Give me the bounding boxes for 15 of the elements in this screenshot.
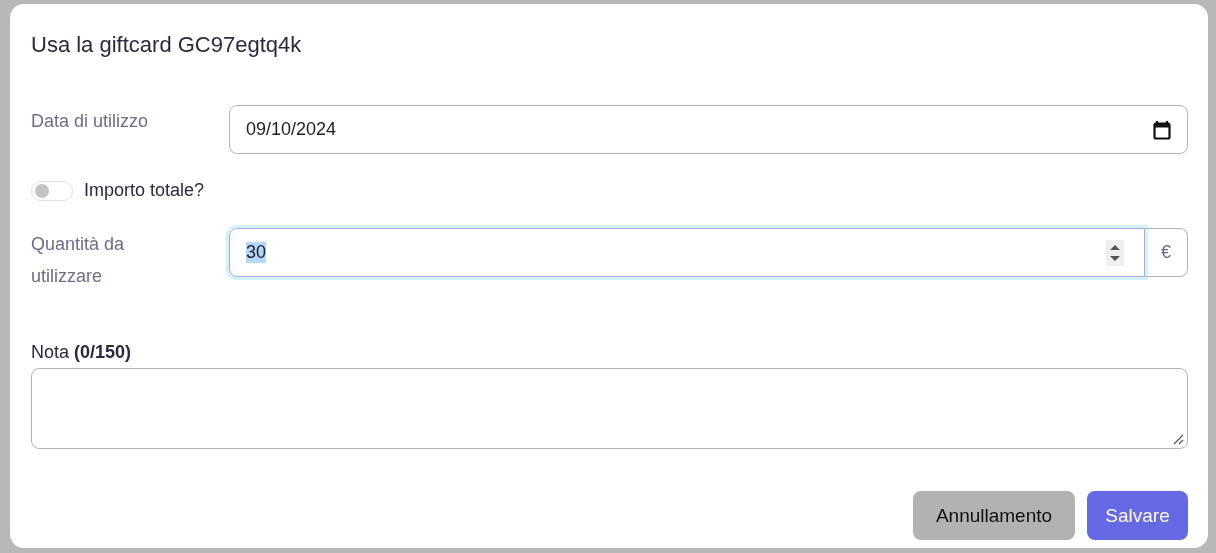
amount-field[interactable]: 30 xyxy=(229,228,1145,277)
dialog-title: Usa la giftcard GC97egtq4k xyxy=(31,31,303,59)
dialog-button[interactable]: Salvare xyxy=(1087,491,1188,540)
calendar-icon[interactable] xyxy=(1153,119,1171,140)
spinner-icon[interactable] xyxy=(1106,239,1124,266)
resize-handle-icon[interactable] xyxy=(1172,433,1184,445)
date-field[interactable]: 09/10/2024 xyxy=(229,105,1188,154)
dialog-button[interactable]: Annullamento xyxy=(913,491,1075,540)
note-label: Nota (0/150) xyxy=(31,341,133,363)
currency-addon: € xyxy=(1145,228,1188,277)
toggle-switch[interactable] xyxy=(31,180,73,201)
field-label: Quantità da utilizzare xyxy=(31,233,126,288)
field-label: Data di utilizzo xyxy=(31,110,150,133)
note-field[interactable] xyxy=(31,368,1188,449)
toggle-label: Importo totale? xyxy=(84,180,205,201)
